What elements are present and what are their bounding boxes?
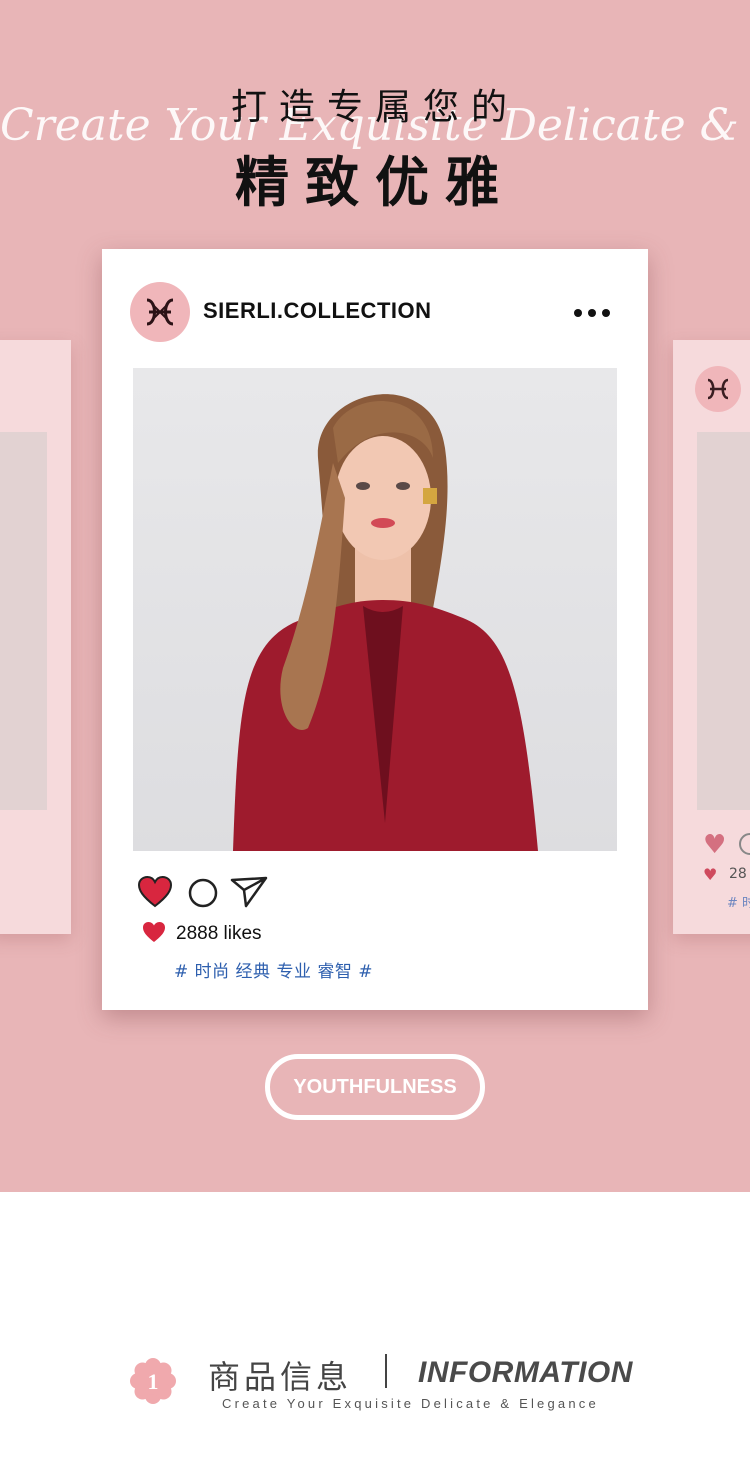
svg-text:1: 1	[148, 1369, 159, 1394]
hero-title-line2: 精致优雅	[235, 151, 515, 214]
heart-icon[interactable]	[137, 875, 173, 912]
hero-banner: Create Your Exquisite Delicate & Eleganc…	[0, 0, 750, 1192]
post-card: SIERLI.COLLECTION 2888 likes # 时尚 经典 专业 …	[102, 249, 648, 1010]
section-title-cn: 商品信息	[208, 1358, 353, 1396]
comment-icon[interactable]	[739, 833, 750, 855]
side-card-left[interactable]	[0, 340, 71, 934]
more-dots-icon[interactable]	[574, 303, 614, 323]
share-icon[interactable]	[230, 876, 268, 912]
side-likes-count: 28	[729, 866, 747, 882]
likes-heart-icon	[142, 921, 166, 947]
comment-icon[interactable]	[188, 878, 218, 912]
flower-number-icon: 1	[130, 1358, 176, 1404]
side-card-photo	[697, 432, 750, 810]
side-card-right[interactable]: ♥ ♥ 28 # 时	[673, 340, 750, 934]
heart-icon[interactable]: ♥	[703, 830, 726, 860]
side-hashtag: # 时	[727, 896, 750, 911]
sierli-logo-icon[interactable]	[130, 282, 190, 342]
section-divider	[385, 1354, 387, 1388]
section-title-en: INFORMATION	[418, 1356, 633, 1389]
likes-count[interactable]: 2888 likes	[176, 923, 262, 945]
youthfulness-badge[interactable]: YOUTHFULNESS	[265, 1054, 485, 1120]
hero-title-line1: 打造专属您的	[230, 87, 519, 128]
post-hashtags[interactable]: # 时尚 经典 专业 睿智 #	[174, 957, 373, 982]
section-subtitle: Create Your Exquisite Delicate & Eleganc…	[222, 1396, 599, 1411]
account-name[interactable]: SIERLI.COLLECTION	[203, 298, 432, 324]
section-header: 1 商品信息 INFORMATION Create Your Exquisite…	[0, 1340, 750, 1420]
side-card-photo	[0, 432, 47, 810]
sierli-logo-icon	[695, 366, 741, 412]
likes-heart-icon: ♥	[703, 865, 718, 884]
model-photo	[133, 368, 617, 851]
